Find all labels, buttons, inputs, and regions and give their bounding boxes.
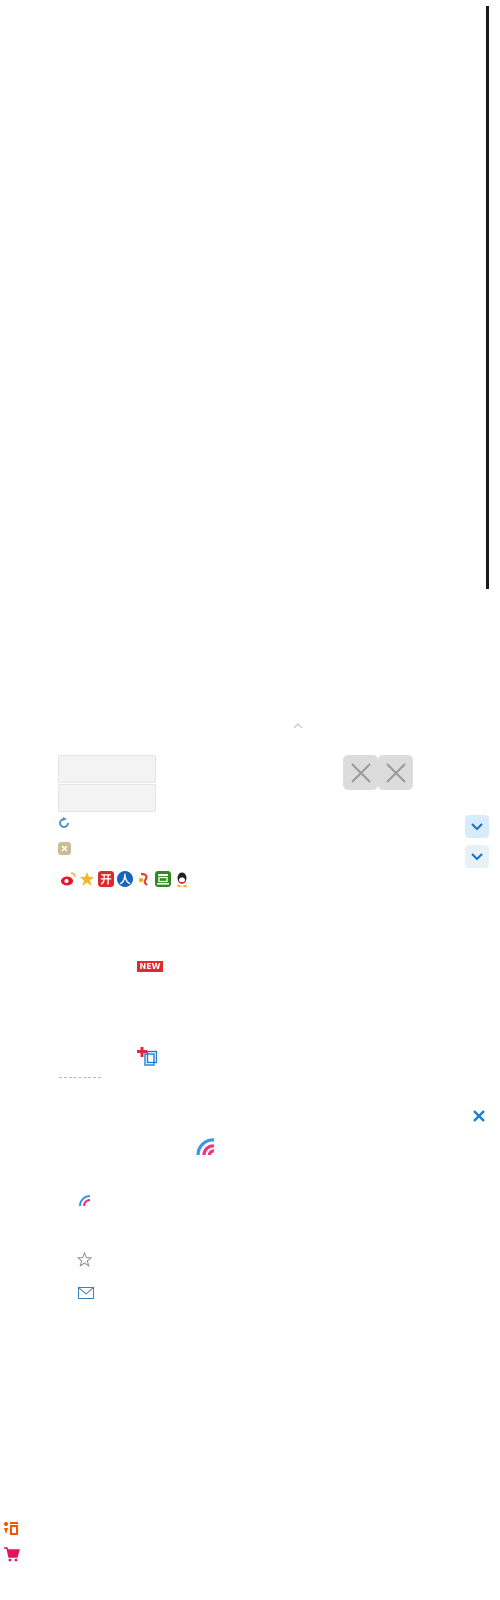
- chevron-up-icon[interactable]: [293, 722, 303, 730]
- qq-icon[interactable]: [174, 871, 190, 887]
- chevron-down-icon: [471, 852, 483, 860]
- renren-icon[interactable]: 人: [117, 871, 133, 887]
- rainbow-logo-icon: [196, 1138, 215, 1156]
- close-icon: [350, 762, 371, 783]
- remove-button[interactable]: [378, 755, 413, 790]
- close-icon: [385, 762, 406, 783]
- refresh-icon[interactable]: [58, 817, 70, 829]
- taobao-icon[interactable]: [3, 1520, 19, 1536]
- share-icons-row: 开 人: [60, 871, 190, 887]
- kaixin-glyph: 开: [100, 874, 112, 886]
- close-icon[interactable]: [472, 1109, 486, 1123]
- expand-button[interactable]: [465, 845, 489, 868]
- chevron-down-icon: [471, 822, 483, 830]
- rainbow-logo-icon[interactable]: [79, 1195, 91, 1207]
- douban-icon[interactable]: [155, 871, 171, 887]
- shopping-cart-icon[interactable]: [3, 1546, 20, 1562]
- mail-icon[interactable]: [78, 1287, 94, 1299]
- new-badge: NEW: [137, 961, 163, 972]
- sohu-icon[interactable]: [136, 871, 152, 887]
- clear-icon[interactable]: [58, 842, 71, 855]
- renren-glyph: 人: [119, 874, 131, 886]
- qzone-icon[interactable]: [79, 871, 95, 887]
- kaixin-icon[interactable]: 开: [98, 871, 114, 887]
- expand-button[interactable]: [465, 815, 489, 838]
- divider: [59, 1077, 101, 1078]
- star-icon[interactable]: [77, 1252, 92, 1267]
- scrollbar-track[interactable]: [486, 6, 489, 589]
- remove-button[interactable]: [343, 755, 378, 790]
- add-copy-icon[interactable]: [137, 1047, 157, 1067]
- text-field[interactable]: [58, 755, 156, 783]
- weibo-icon[interactable]: [60, 871, 76, 887]
- text-field[interactable]: [58, 784, 156, 812]
